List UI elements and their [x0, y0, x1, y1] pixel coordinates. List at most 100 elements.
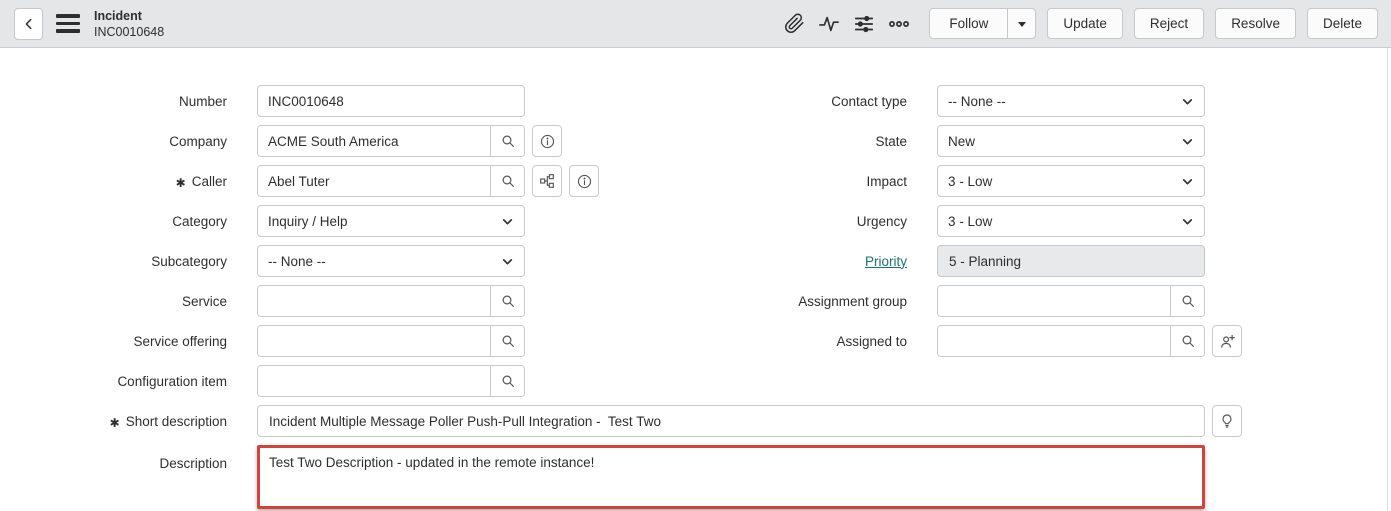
company-label: Company — [0, 134, 227, 149]
chevron-down-icon — [1181, 95, 1194, 108]
incident-form: Number Company — [0, 48, 1391, 509]
contact-type-select[interactable]: -- None -- — [937, 85, 1205, 117]
personalize-form-button[interactable] — [849, 8, 879, 40]
field-row-contact-type: Contact type -- None -- — [695, 81, 1391, 121]
search-icon — [1180, 293, 1196, 309]
person-add-icon — [1219, 333, 1236, 350]
chevron-left-icon — [22, 17, 36, 31]
state-select[interactable]: New — [937, 125, 1205, 157]
priority-label-link[interactable]: Priority — [695, 254, 907, 269]
caret-down-icon — [1017, 19, 1027, 29]
follow-split-button: Follow — [929, 8, 1036, 39]
scrollbar-track — [1387, 48, 1388, 511]
caller-label: ✱Caller — [0, 174, 227, 189]
follow-button[interactable]: Follow — [930, 9, 1007, 38]
search-icon — [500, 333, 516, 349]
impact-select[interactable]: 3 - Low — [937, 165, 1205, 197]
field-row-priority: Priority 5 - Planning — [695, 241, 1391, 281]
search-icon — [500, 293, 516, 309]
service-offering-label: Service offering — [0, 334, 227, 349]
follow-dropdown-button[interactable] — [1007, 9, 1035, 38]
impact-label: Impact — [695, 174, 907, 189]
attachment-button[interactable] — [779, 8, 809, 40]
chevron-down-icon — [501, 215, 514, 228]
description-textarea[interactable]: Test Two Description - updated in the re… — [257, 445, 1205, 509]
configuration-item-label: Configuration item — [0, 374, 227, 389]
short-description-label: ✱Short description — [0, 414, 227, 429]
field-row-category: Category Inquiry / Help — [0, 201, 695, 241]
suggestion-button[interactable] — [1212, 405, 1242, 437]
company-preview-button[interactable] — [532, 125, 562, 157]
assign-to-me-button[interactable] — [1212, 325, 1242, 357]
service-lookup-button[interactable] — [490, 286, 524, 316]
urgency-label: Urgency — [695, 214, 907, 229]
hamburger-icon[interactable] — [56, 14, 80, 33]
back-button[interactable] — [14, 8, 43, 40]
info-icon — [576, 173, 593, 190]
chevron-down-icon — [1181, 175, 1194, 188]
field-row-urgency: Urgency 3 - Low — [695, 201, 1391, 241]
field-row-configuration-item: Configuration item — [0, 361, 695, 401]
field-row-assigned-to: Assigned to — [695, 321, 1391, 361]
assignment-group-label: Assignment group — [695, 294, 907, 309]
contact-type-label: Contact type — [695, 94, 907, 109]
caller-input[interactable] — [258, 166, 490, 196]
configuration-item-input[interactable] — [258, 366, 490, 396]
field-row-subcategory: Subcategory -- None -- — [0, 241, 695, 281]
configuration-item-lookup-button[interactable] — [490, 366, 524, 396]
field-row-description: Description Test Two Description - updat… — [0, 445, 1391, 509]
search-icon — [500, 373, 516, 389]
company-lookup-button[interactable] — [490, 126, 524, 156]
subcategory-select[interactable]: -- None -- — [257, 245, 525, 277]
category-select[interactable]: Inquiry / Help — [257, 205, 525, 237]
assigned-to-input[interactable] — [938, 326, 1170, 356]
field-row-service-offering: Service offering — [0, 321, 695, 361]
short-description-input[interactable] — [257, 405, 1205, 437]
form-header: Incident INC0010648 Follow — [0, 0, 1391, 48]
info-icon — [539, 133, 556, 150]
assignment-group-lookup-button[interactable] — [1170, 286, 1204, 316]
caller-lookup-button[interactable] — [490, 166, 524, 196]
more-options-button[interactable] — [884, 8, 914, 40]
priority-readonly-field: 5 - Planning — [937, 245, 1205, 277]
category-label: Category — [0, 214, 227, 229]
activity-stream-button[interactable] — [814, 8, 844, 40]
caller-dependency-map-button[interactable] — [532, 165, 562, 197]
description-label: Description — [0, 445, 227, 471]
service-input[interactable] — [258, 286, 490, 316]
assigned-to-lookup-button[interactable] — [1170, 326, 1204, 356]
service-offering-input[interactable] — [258, 326, 490, 356]
field-row-caller: ✱Caller — [0, 161, 695, 201]
service-label: Service — [0, 294, 227, 309]
record-type: Incident — [94, 8, 164, 24]
delete-button[interactable]: Delete — [1307, 8, 1378, 39]
assignment-group-input[interactable] — [938, 286, 1170, 316]
pulse-icon — [818, 13, 840, 35]
required-icon: ✱ — [176, 176, 186, 190]
sliders-icon — [853, 13, 875, 35]
lightbulb-icon — [1219, 413, 1235, 429]
required-icon: ✱ — [110, 416, 120, 430]
paperclip-icon — [784, 13, 805, 34]
caller-preview-button[interactable] — [569, 165, 599, 197]
chevron-down-icon — [1181, 215, 1194, 228]
service-offering-lookup-button[interactable] — [490, 326, 524, 356]
record-title: Incident INC0010648 — [94, 8, 164, 40]
urgency-select[interactable]: 3 - Low — [937, 205, 1205, 237]
update-button[interactable]: Update — [1047, 8, 1123, 39]
hierarchy-icon — [539, 173, 555, 189]
field-row-number: Number — [0, 81, 695, 121]
number-input[interactable] — [257, 85, 525, 117]
assigned-to-label: Assigned to — [695, 334, 907, 349]
field-row-company: Company — [0, 121, 695, 161]
field-row-service: Service — [0, 281, 695, 321]
field-row-impact: Impact 3 - Low — [695, 161, 1391, 201]
resolve-button[interactable]: Resolve — [1215, 8, 1296, 39]
search-icon — [1180, 333, 1196, 349]
company-input[interactable] — [258, 126, 490, 156]
field-row-short-description: ✱Short description — [0, 401, 1391, 441]
state-label: State — [695, 134, 907, 149]
search-icon — [500, 173, 516, 189]
chevron-down-icon — [501, 255, 514, 268]
reject-button[interactable]: Reject — [1134, 8, 1204, 39]
